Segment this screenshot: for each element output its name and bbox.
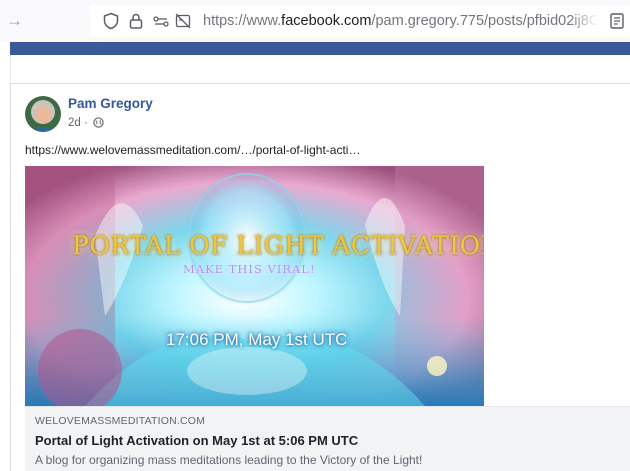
browser-toolbar: → https://www.facebook.com/pam.gregory.7… bbox=[0, 0, 630, 42]
globe-icon bbox=[93, 117, 104, 128]
post-meta: 2d · bbox=[68, 117, 104, 129]
address-bar[interactable]: https://www.facebook.com/pam.gregory.775… bbox=[90, 5, 630, 37]
url-text[interactable]: https://www.facebook.com/pam.gregory.775… bbox=[203, 13, 595, 29]
image-title: PORTAL OF LIGHT ACTIVATION bbox=[72, 231, 484, 260]
facebook-header-bar bbox=[10, 42, 630, 55]
url-fade bbox=[570, 9, 598, 33]
lock-icon[interactable] bbox=[127, 12, 145, 30]
preview-domain: WELOVEMASSMEDITATION.COM bbox=[35, 415, 206, 427]
avatar-image bbox=[25, 96, 61, 132]
post-time[interactable]: 2d · bbox=[68, 117, 88, 129]
preview-description: A blog for organizing mass meditations l… bbox=[35, 453, 423, 467]
forward-button[interactable]: → bbox=[6, 11, 23, 31]
image-subtitle: MAKE THIS VIRAL! bbox=[183, 262, 316, 276]
link-preview-footer[interactable]: WELOVEMASSMEDITATION.COM Portal of Light… bbox=[25, 406, 630, 471]
url-host: facebook.com bbox=[281, 13, 372, 29]
link-preview-image[interactable]: PORTAL OF LIGHT ACTIVATION MAKE THIS VIR… bbox=[25, 166, 484, 406]
tracker-blocked-icon[interactable] bbox=[174, 12, 192, 30]
feed-spacer bbox=[10, 55, 630, 81]
url-scheme: https://www. bbox=[203, 13, 282, 29]
portal-artwork bbox=[25, 166, 484, 406]
shield-icon[interactable] bbox=[102, 12, 120, 30]
post-card: Pam Gregory 2d · https://www.welovemassm… bbox=[10, 83, 630, 471]
reader-view-icon[interactable] bbox=[608, 12, 626, 30]
url-path: /pam.gregory.775/posts/pfbid02ij8Co bbox=[371, 13, 595, 29]
preview-title[interactable]: Portal of Light Activation on May 1st at… bbox=[35, 433, 358, 448]
image-time: 17:06 PM, May 1st UTC bbox=[166, 330, 348, 349]
post-author-name[interactable]: Pam Gregory bbox=[68, 96, 153, 111]
permissions-icon[interactable] bbox=[152, 12, 170, 30]
avatar[interactable] bbox=[25, 96, 61, 132]
post-link[interactable]: https://www.welovemassmeditation.com/…/p… bbox=[25, 143, 360, 157]
